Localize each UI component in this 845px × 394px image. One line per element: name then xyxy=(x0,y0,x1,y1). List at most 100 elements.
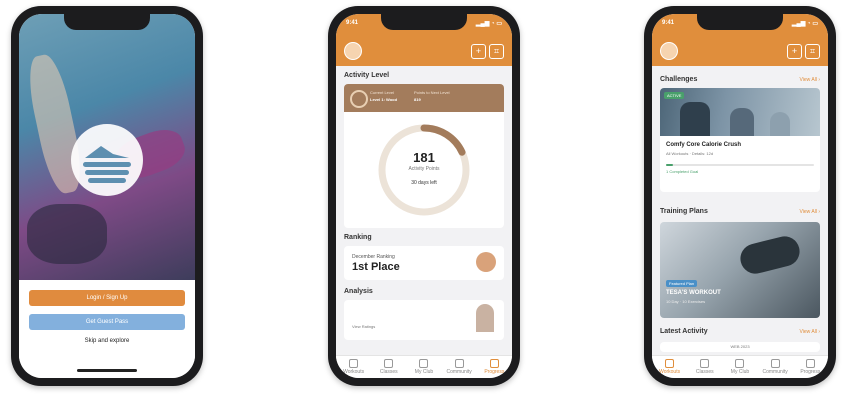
phone-workouts: 9:41 ▂▄▆ ◔ ▭ + ⌗ Challenges View All › A… xyxy=(644,6,836,386)
login-signup-button[interactable]: Login / Sign Up xyxy=(29,290,185,306)
tab-classes[interactable]: Classes xyxy=(687,356,722,378)
hero-figure xyxy=(27,204,107,264)
tab-my-club[interactable]: My Club xyxy=(406,356,441,378)
tab-community[interactable]: Community xyxy=(442,356,477,378)
tab-bar: Workouts Classes My Club Community Progress xyxy=(652,355,828,378)
section-title-latest-activity: Latest Activity xyxy=(660,328,708,335)
days-left-label: 30 days left xyxy=(411,180,437,186)
avatar xyxy=(476,252,496,272)
section-title-challenges: Challenges xyxy=(660,76,698,83)
athlete-figure xyxy=(730,108,754,136)
challenge-subtitle: All Workouts · Details: 12d xyxy=(666,151,714,156)
latest-activity-card[interactable]: WEB 2023 xyxy=(660,342,820,352)
status-time: 9:41 xyxy=(662,20,675,26)
workouts-screen: 9:41 ▂▄▆ ◔ ▭ + ⌗ Challenges View All › A… xyxy=(652,14,828,378)
tab-progress[interactable]: Progress xyxy=(793,356,828,378)
next-level-value: 819 xyxy=(414,97,421,102)
tab-icon xyxy=(770,359,780,368)
analysis-card[interactable]: View Ratings xyxy=(344,300,504,340)
tab-workouts[interactable]: Workouts xyxy=(336,356,371,378)
skip-explore-link[interactable]: Skip and explore xyxy=(19,338,195,344)
scan-icon[interactable]: ⌗ xyxy=(489,44,504,59)
phone-notch xyxy=(381,14,467,30)
tab-label: Classes xyxy=(379,369,398,375)
tab-label: Progress xyxy=(800,369,821,375)
content-area: Activity Level Current Level Level 1: Wo… xyxy=(336,66,512,356)
tab-icon xyxy=(700,359,710,368)
activity-level-card[interactable]: Current Level Level 1: Wood Points to Ne… xyxy=(344,84,504,228)
training-plan-badge: Featured Plan xyxy=(666,280,698,287)
tab-my-club[interactable]: My Club xyxy=(722,356,757,378)
latest-activity-item: WEB 2023 xyxy=(730,344,750,349)
content-area: Challenges View All › ACTIVE Comfy Core … xyxy=(652,66,828,356)
avatar[interactable] xyxy=(660,42,678,60)
tab-icon xyxy=(735,359,745,368)
tab-community[interactable]: Community xyxy=(758,356,793,378)
scan-icon[interactable]: ⌗ xyxy=(805,44,820,59)
tab-label: Community xyxy=(446,369,472,375)
phone-notch xyxy=(697,14,783,30)
training-plan-title: TESA'S WORKOUT xyxy=(666,290,721,296)
tab-icon xyxy=(665,359,675,368)
tab-workouts[interactable]: Workouts xyxy=(652,356,687,378)
section-title-analysis: Analysis xyxy=(344,288,373,295)
training-plan-card[interactable]: Featured Plan TESA'S WORKOUT 10 Day · 10… xyxy=(660,222,820,318)
level-badge-icon xyxy=(350,90,368,108)
hero-background xyxy=(19,14,195,286)
tab-label: Workouts xyxy=(343,369,365,375)
section-title-activity-level: Activity Level xyxy=(344,72,390,79)
section-title-ranking: Ranking xyxy=(344,234,372,241)
training-plan-subtitle: 10 Day · 10 Exercises xyxy=(666,299,706,304)
phone-notch xyxy=(64,14,150,30)
phone-progress: 9:41 ▂▄▆ ◔ ▭ + ⌗ Activity Level Current … xyxy=(328,6,520,386)
view-all-training-link[interactable]: View All › xyxy=(800,209,820,215)
challenge-progress-label: 1 Completed Goal xyxy=(666,169,699,174)
tab-icon xyxy=(805,359,815,368)
tab-label: Classes xyxy=(695,369,714,375)
tab-progress[interactable]: Progress xyxy=(477,356,512,378)
login-panel: Login / Sign Up Get Guest Pass Skip and … xyxy=(19,280,195,378)
ranking-card[interactable]: December Ranking 1st Place xyxy=(344,246,504,280)
current-level-value: Level 1: Wood xyxy=(370,97,398,102)
home-indicator xyxy=(77,369,137,372)
ranking-place: 1st Place xyxy=(352,261,400,273)
status-time: 9:41 xyxy=(346,20,359,26)
avatar[interactable] xyxy=(344,42,362,60)
tab-icon xyxy=(349,359,359,368)
tab-label: My Club xyxy=(414,369,434,375)
tab-bar: Workouts Classes My Club Community Progress xyxy=(336,355,512,378)
current-level-label: Current Level xyxy=(370,90,395,95)
next-level-label: Points to Next Level xyxy=(414,90,450,95)
tab-icon xyxy=(454,359,464,368)
athlete-figure xyxy=(680,102,710,136)
tab-icon xyxy=(419,359,429,368)
guest-pass-button[interactable]: Get Guest Pass xyxy=(29,314,185,330)
analysis-image xyxy=(476,304,494,332)
tab-icon xyxy=(384,359,394,368)
tab-classes[interactable]: Classes xyxy=(371,356,406,378)
view-all-latest-link[interactable]: View All › xyxy=(800,329,820,335)
ranking-label: December Ranking xyxy=(352,254,395,260)
challenge-status-badge: ACTIVE xyxy=(664,92,685,99)
analysis-label: View Ratings xyxy=(352,324,376,329)
challenge-image: ACTIVE xyxy=(660,88,820,136)
plus-icon[interactable]: + xyxy=(471,44,486,59)
status-icons: ▂▄▆ ◔ ▭ xyxy=(791,21,818,27)
challenge-title: Comfy Core Calorie Crush xyxy=(666,142,742,148)
activity-points-value: 181 xyxy=(413,150,435,165)
tab-label: Progress xyxy=(484,369,505,375)
progress-screen: 9:41 ▂▄▆ ◔ ▭ + ⌗ Activity Level Current … xyxy=(336,14,512,378)
tab-label: My Club xyxy=(730,369,750,375)
brand-logo xyxy=(71,124,143,196)
activity-level-header: Current Level Level 1: Wood Points to Ne… xyxy=(344,84,504,112)
phone-login: Login / Sign Up Get Guest Pass Skip and … xyxy=(11,6,203,386)
challenge-progress-bar xyxy=(666,164,814,166)
login-screen: Login / Sign Up Get Guest Pass Skip and … xyxy=(19,14,195,378)
status-icons: ▂▄▆ ◔ ▭ xyxy=(475,21,502,27)
athlete-figure xyxy=(737,233,803,277)
athlete-figure xyxy=(770,112,790,136)
activity-points-label: Activity Points xyxy=(408,166,440,172)
challenge-card[interactable]: ACTIVE Comfy Core Calorie Crush All Work… xyxy=(660,88,820,192)
plus-icon[interactable]: + xyxy=(787,44,802,59)
view-all-challenges-link[interactable]: View All › xyxy=(800,77,820,83)
